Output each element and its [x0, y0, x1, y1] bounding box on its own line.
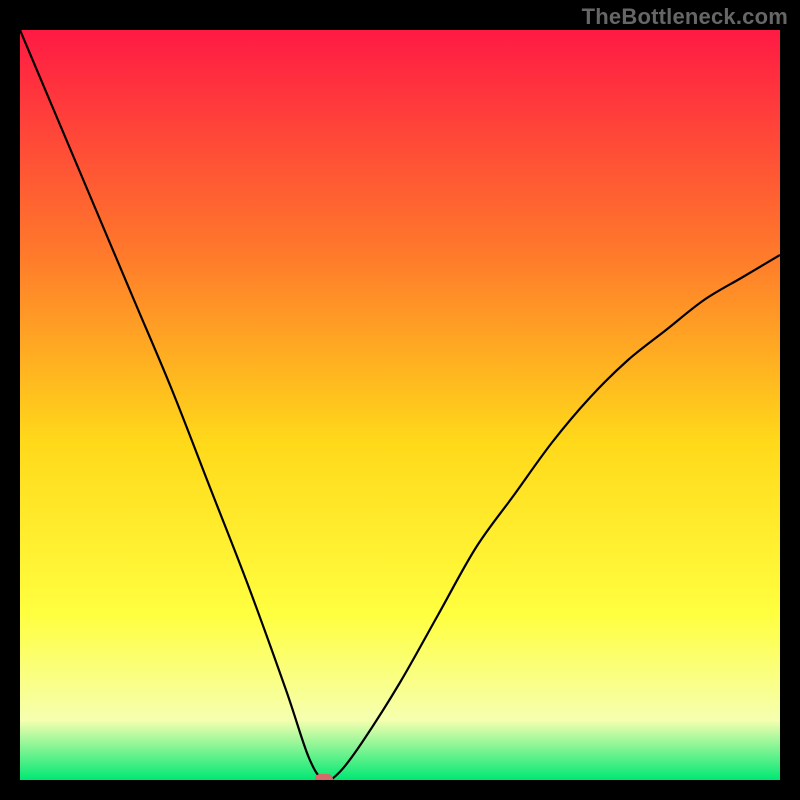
watermark-text: TheBottleneck.com	[582, 4, 788, 30]
min-marker-icon	[315, 774, 333, 780]
chart-svg	[20, 30, 780, 780]
chart-frame: TheBottleneck.com	[0, 0, 800, 800]
plot-area	[20, 30, 780, 780]
gradient-background	[20, 30, 780, 780]
